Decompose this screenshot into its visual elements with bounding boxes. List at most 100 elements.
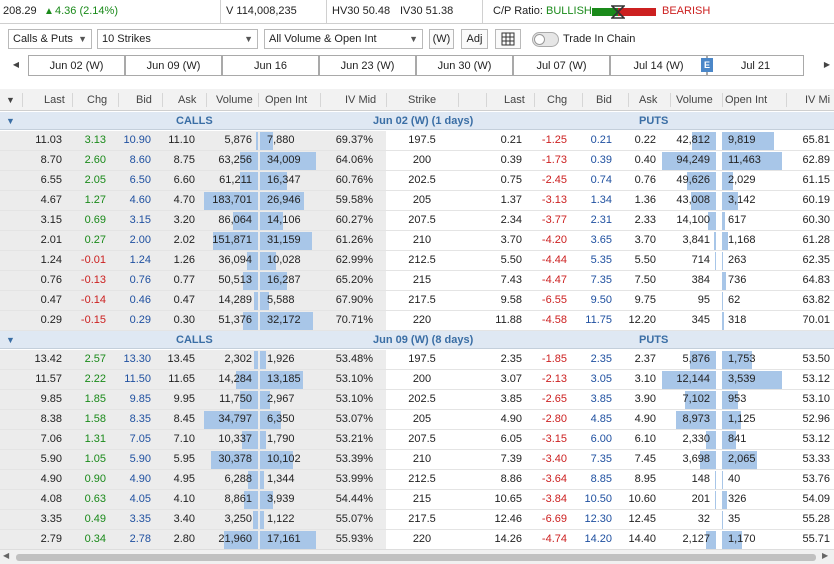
call-last-cell[interactable]: 2.01: [41, 231, 62, 250]
put-iv-mi-cell[interactable]: 53.76: [802, 470, 830, 489]
put-iv-mi-cell[interactable]: 70.01: [802, 311, 830, 330]
strike-cell[interactable]: 215: [386, 490, 458, 509]
put-last-cell[interactable]: 2.35: [501, 350, 522, 369]
call-ask-cell[interactable]: 7.10: [174, 430, 195, 449]
put-last-cell[interactable]: 4.90: [501, 410, 522, 429]
put-volume-cell[interactable]: 43,008: [676, 191, 710, 210]
put-last-cell[interactable]: 6.05: [501, 430, 522, 449]
chain-row[interactable]: 4.90 0.90 4.90 4.95 6,288 1,344 53.99% 212.5 8.8…: [0, 470, 834, 490]
put-bid-cell[interactable]: 5.35: [591, 251, 612, 270]
call-last-cell[interactable]: 1.24: [41, 251, 62, 270]
call-volume-cell[interactable]: 63,256: [218, 151, 252, 170]
call-chg-cell[interactable]: -0.15: [81, 311, 106, 330]
call-last-cell[interactable]: 9.85: [41, 390, 62, 409]
chain-row[interactable]: 5.90 1.05 5.90 5.95 30,378 10,102 53.39% 210 7.3…: [0, 450, 834, 470]
put-open-int-cell[interactable]: 1,125: [728, 410, 756, 429]
put-chg-cell[interactable]: -3.13: [542, 191, 567, 210]
put-ask-cell[interactable]: 5.50: [635, 251, 656, 270]
header-call-last[interactable]: Last: [44, 89, 65, 111]
date-tab-jun09[interactable]: Jun 09 (W): [125, 55, 222, 76]
call-last-cell[interactable]: 0.47: [41, 291, 62, 310]
call-ask-cell[interactable]: 2.02: [174, 231, 195, 250]
call-ask-cell[interactable]: 0.30: [174, 311, 195, 330]
call-iv-mid-cell[interactable]: 53.48%: [336, 350, 373, 369]
strike-cell[interactable]: 220: [386, 311, 458, 330]
call-iv-mid-cell[interactable]: 65.20%: [336, 271, 373, 290]
put-open-int-cell[interactable]: 3,142: [728, 191, 756, 210]
call-open-int-cell[interactable]: 31,159: [267, 231, 301, 250]
put-ask-cell[interactable]: 6.10: [635, 430, 656, 449]
put-last-cell[interactable]: 1.37: [501, 191, 522, 210]
call-iv-mid-cell[interactable]: 55.93%: [336, 530, 373, 549]
put-chg-cell[interactable]: -3.64: [542, 470, 567, 489]
put-volume-cell[interactable]: 3,841: [682, 231, 710, 250]
call-iv-mid-cell[interactable]: 60.27%: [336, 211, 373, 230]
call-volume-cell[interactable]: 34,797: [218, 410, 252, 429]
call-iv-mid-cell[interactable]: 59.58%: [336, 191, 373, 210]
put-volume-cell[interactable]: 201: [692, 490, 710, 509]
strike-cell[interactable]: 210: [386, 450, 458, 469]
call-chg-cell[interactable]: 1.05: [85, 450, 106, 469]
call-ask-cell[interactable]: 0.77: [174, 271, 195, 290]
strike-cell[interactable]: 220: [386, 530, 458, 549]
strike-cell[interactable]: 207.5: [386, 430, 458, 449]
call-volume-cell[interactable]: 2,302: [224, 350, 252, 369]
call-bid-cell[interactable]: 2.78: [130, 530, 151, 549]
strike-cell[interactable]: 200: [386, 151, 458, 170]
put-iv-mi-cell[interactable]: 63.82: [802, 291, 830, 310]
put-iv-mi-cell[interactable]: 61.28: [802, 231, 830, 250]
header-call-volume[interactable]: Volume: [216, 89, 253, 111]
put-chg-cell[interactable]: -6.55: [542, 291, 567, 310]
call-bid-cell[interactable]: 5.90: [130, 450, 151, 469]
put-volume-cell[interactable]: 49,626: [676, 171, 710, 190]
put-volume-cell[interactable]: 32: [698, 510, 710, 529]
header-call-iv-mid[interactable]: IV Mid: [345, 89, 376, 111]
call-iv-mid-cell[interactable]: 53.21%: [336, 430, 373, 449]
call-ask-cell[interactable]: 4.95: [174, 470, 195, 489]
put-bid-cell[interactable]: 11.75: [585, 311, 612, 330]
scrollbar-thumb[interactable]: [16, 554, 816, 561]
weekly-toggle-button[interactable]: (W): [429, 29, 454, 49]
call-open-int-cell[interactable]: 5,588: [267, 291, 295, 310]
call-iv-mid-cell[interactable]: 70.71%: [336, 311, 373, 330]
put-volume-cell[interactable]: 345: [692, 311, 710, 330]
call-chg-cell[interactable]: 3.13: [85, 131, 106, 150]
call-last-cell[interactable]: 8.70: [41, 151, 62, 170]
call-ask-cell[interactable]: 5.95: [174, 450, 195, 469]
call-chg-cell[interactable]: 0.27: [85, 231, 106, 250]
call-bid-cell[interactable]: 4.05: [130, 490, 151, 509]
call-iv-mid-cell[interactable]: 53.10%: [336, 390, 373, 409]
call-ask-cell[interactable]: 13.45: [167, 350, 195, 369]
put-ask-cell[interactable]: 3.10: [635, 370, 656, 389]
call-open-int-cell[interactable]: 17,161: [267, 530, 301, 549]
call-last-cell[interactable]: 3.15: [41, 211, 62, 230]
call-bid-cell[interactable]: 10.90: [123, 131, 151, 150]
date-tab-jul21[interactable]: Jul 21: [707, 55, 804, 76]
put-open-int-cell[interactable]: 1,170: [728, 530, 756, 549]
header-put-bid[interactable]: Bid: [596, 89, 612, 111]
strikes-select[interactable]: 10 Strikes ▼: [97, 29, 258, 49]
put-last-cell[interactable]: 0.21: [501, 131, 522, 150]
put-bid-cell[interactable]: 8.85: [591, 470, 612, 489]
call-volume-cell[interactable]: 50,513: [218, 271, 252, 290]
call-volume-cell[interactable]: 14,289: [218, 291, 252, 310]
put-open-int-cell[interactable]: 62: [728, 291, 740, 310]
put-iv-mi-cell[interactable]: 65.81: [802, 131, 830, 150]
call-iv-mid-cell[interactable]: 54.44%: [336, 490, 373, 509]
call-bid-cell[interactable]: 1.24: [130, 251, 151, 270]
chevron-right-icon[interactable]: ▶: [820, 55, 834, 76]
put-bid-cell[interactable]: 12.30: [584, 510, 612, 529]
put-ask-cell[interactable]: 1.36: [635, 191, 656, 210]
put-chg-cell[interactable]: -3.77: [542, 211, 567, 230]
trade-in-chain-toggle[interactable]: [532, 32, 559, 47]
date-tab-jul14[interactable]: Jul 14 (W): [610, 55, 707, 76]
strike-cell[interactable]: 205: [386, 191, 458, 210]
put-volume-cell[interactable]: 148: [692, 470, 710, 489]
call-iv-mid-cell[interactable]: 55.07%: [336, 510, 373, 529]
put-last-cell[interactable]: 5.50: [501, 251, 522, 270]
chevron-right-icon[interactable]: ▶: [822, 551, 828, 560]
collapse-triangle-icon[interactable]: ▼: [6, 89, 15, 111]
header-strike[interactable]: Strike: [408, 89, 436, 111]
call-open-int-cell[interactable]: 1,790: [267, 430, 295, 449]
call-iv-mid-cell[interactable]: 60.76%: [336, 171, 373, 190]
